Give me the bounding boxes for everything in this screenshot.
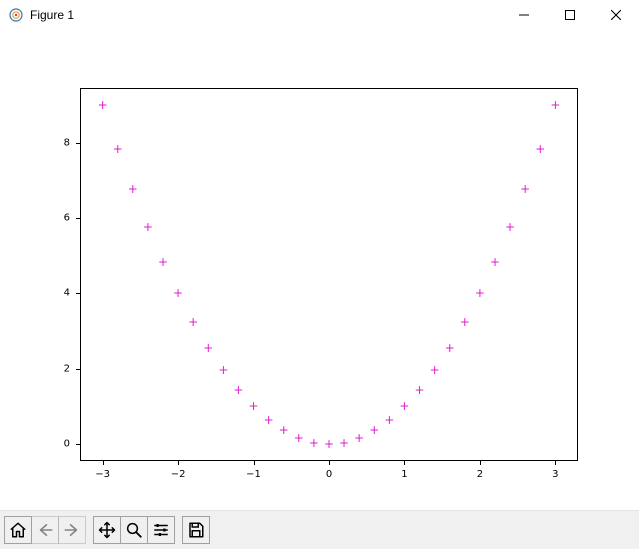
ytick-label: 4: [64, 288, 76, 299]
figure-canvas[interactable]: −3 −2 −1 0 1 2 3 0 2 4 6 8 + + + + + + + + + + + + + + + + + + + + + + + + +…: [0, 30, 639, 510]
ytick-mark: [76, 369, 80, 370]
ytick-mark: [76, 218, 80, 219]
xtick-mark: [480, 461, 481, 465]
chart-axes: [80, 88, 578, 461]
data-marker: +: [505, 221, 515, 233]
ytick-label: 2: [64, 363, 76, 374]
xtick-label: −3: [95, 469, 110, 480]
data-marker: +: [399, 400, 409, 412]
matplotlib-toolbar: [0, 510, 639, 549]
data-marker: +: [324, 438, 334, 450]
save-button[interactable]: [182, 516, 210, 544]
data-marker: +: [98, 99, 108, 111]
data-marker: +: [128, 183, 138, 195]
app-icon: [8, 7, 24, 23]
xtick-label: −2: [171, 469, 186, 480]
data-marker: +: [218, 364, 228, 376]
xtick-label: 1: [401, 469, 407, 480]
window-titlebar: Figure 1: [0, 0, 639, 30]
data-marker: +: [475, 287, 485, 299]
maximize-button[interactable]: [547, 0, 593, 30]
ytick-mark: [76, 293, 80, 294]
data-marker: +: [520, 183, 530, 195]
data-marker: +: [264, 414, 274, 426]
home-button[interactable]: [4, 516, 32, 544]
xtick-mark: [404, 461, 405, 465]
toolbar-separator: [85, 516, 93, 544]
data-marker: +: [249, 400, 259, 412]
window-title: Figure 1: [30, 8, 501, 22]
ytick-label: 0: [64, 439, 76, 450]
data-marker: +: [430, 364, 440, 376]
forward-button[interactable]: [58, 516, 86, 544]
xtick-mark: [555, 461, 556, 465]
data-marker: +: [173, 287, 183, 299]
data-marker: +: [339, 437, 349, 449]
data-marker: +: [369, 424, 379, 436]
data-marker: +: [233, 384, 243, 396]
close-button[interactable]: [593, 0, 639, 30]
zoom-button[interactable]: [120, 516, 148, 544]
data-marker: +: [490, 256, 500, 268]
pan-button[interactable]: [93, 516, 121, 544]
xtick-mark: [329, 461, 330, 465]
xtick-label: −1: [246, 469, 261, 480]
data-marker: +: [113, 143, 123, 155]
ytick-label: 8: [64, 137, 76, 148]
xtick-mark: [254, 461, 255, 465]
toolbar-separator: [174, 516, 182, 544]
data-marker: +: [143, 221, 153, 233]
xtick-mark: [103, 461, 104, 465]
xtick-label: 2: [477, 469, 483, 480]
ytick-mark: [76, 143, 80, 144]
ytick-label: 6: [64, 212, 76, 223]
configure-subplots-button[interactable]: [147, 516, 175, 544]
minimize-button[interactable]: [501, 0, 547, 30]
xtick-mark: [178, 461, 179, 465]
data-marker: +: [354, 432, 364, 444]
data-marker: +: [203, 342, 213, 354]
data-marker: +: [445, 342, 455, 354]
window-controls: [501, 0, 639, 30]
xtick-label: 3: [552, 469, 558, 480]
data-marker: +: [535, 143, 545, 155]
data-marker: +: [188, 316, 198, 328]
data-marker: +: [294, 432, 304, 444]
data-marker: +: [550, 99, 560, 111]
back-button[interactable]: [31, 516, 59, 544]
data-marker: +: [384, 414, 394, 426]
data-marker: +: [415, 384, 425, 396]
data-marker: +: [309, 437, 319, 449]
ytick-mark: [76, 444, 80, 445]
xtick-label: 0: [326, 469, 332, 480]
data-marker: +: [158, 256, 168, 268]
data-marker: +: [279, 424, 289, 436]
data-marker: +: [460, 316, 470, 328]
